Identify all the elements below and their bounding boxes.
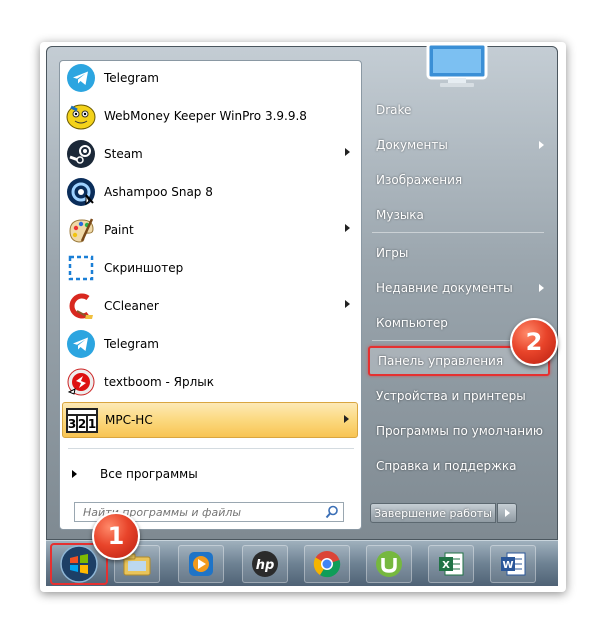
taskbar-word[interactable]: W	[490, 545, 536, 583]
shutdown-options-button[interactable]	[497, 503, 517, 523]
excel-icon: X	[439, 552, 464, 576]
program-item[interactable]: Telegram	[62, 60, 358, 96]
program-item-label: Paint	[104, 223, 134, 237]
program-item[interactable]: Скриншотер	[62, 250, 358, 286]
triangle-right-icon	[72, 470, 77, 478]
program-item-label: WebMoney Keeper WinPro 3.9.9.8	[104, 109, 307, 123]
start-menu-link-label: Drake	[376, 103, 412, 117]
svg-text:3: 3	[68, 417, 76, 431]
shutdown-label: Завершение работы	[374, 506, 492, 520]
screenshoter-icon	[64, 251, 98, 285]
start-menu-link-label: Компьютер	[376, 316, 448, 330]
start-menu-link-label: Музыка	[376, 208, 424, 222]
start-menu-link-label: Документы	[376, 138, 448, 152]
telegram-icon	[64, 327, 98, 361]
media-player-icon	[189, 552, 213, 576]
ccleaner-icon	[64, 289, 98, 323]
ashampoo-snap-icon	[64, 175, 98, 209]
start-menu-link-label: Справка и поддержка	[376, 459, 517, 473]
taskbar-media-player[interactable]	[178, 545, 224, 583]
start-menu-link[interactable]: Недавние документы	[368, 273, 550, 303]
submenu-arrow-icon[interactable]	[539, 284, 544, 292]
program-item[interactable]: CCleaner	[62, 288, 358, 324]
program-item-label: MPC-HC	[105, 413, 153, 427]
submenu-arrow-icon[interactable]	[539, 141, 544, 149]
right-divider	[372, 232, 544, 233]
submenu-arrow-icon[interactable]	[345, 224, 350, 232]
all-programs-label: Все программы	[100, 467, 198, 481]
search-icon[interactable]	[325, 505, 339, 519]
all-programs-button[interactable]: Все программы	[66, 462, 346, 486]
start-menu-link-label: Недавние документы	[376, 281, 513, 295]
word-icon: W	[501, 552, 526, 576]
start-menu-link-label: Программы по умолчанию	[376, 424, 544, 438]
telegram-icon	[64, 61, 98, 95]
webmoney-icon	[64, 99, 98, 133]
program-item[interactable]: 3 2 1 MPC-HC	[62, 402, 358, 438]
mpc-hc-icon: 321	[65, 403, 99, 437]
start-menu-link[interactable]: Программы по умолчанию	[368, 416, 550, 446]
start-menu-link[interactable]: Справка и поддержка	[368, 451, 550, 481]
program-item-label: Ashampoo Snap 8	[104, 185, 213, 199]
shutdown-button[interactable]: Завершение работы	[370, 503, 496, 523]
start-menu-link[interactable]: Drake	[368, 95, 550, 125]
taskbar-utorrent[interactable]	[366, 545, 412, 583]
taskbar-chrome[interactable]	[304, 545, 350, 583]
program-item[interactable]: WebMoney Keeper WinPro 3.9.9.8	[62, 98, 358, 134]
submenu-arrow-icon[interactable]	[345, 300, 350, 308]
program-item-label: textboom - Ярлык	[104, 375, 214, 389]
taskbar-hp[interactable]: hp	[242, 545, 288, 583]
utorrent-icon	[376, 551, 402, 577]
program-item[interactable]: Paint	[62, 212, 358, 248]
chrome-icon	[313, 551, 341, 578]
hp-icon: hp	[252, 551, 278, 577]
program-item[interactable]: textboom - Ярлык	[62, 364, 358, 400]
step-badge-1: 1	[92, 512, 140, 560]
textboom-icon	[64, 365, 98, 399]
windows-orb-icon	[60, 545, 98, 583]
start-menu-link-label: Устройства и принтеры	[376, 389, 526, 403]
svg-text:1: 1	[88, 417, 96, 431]
program-item[interactable]: Telegram	[62, 326, 358, 362]
start-menu-link[interactable]: Устройства и принтеры	[368, 381, 550, 411]
program-item-label: Telegram	[104, 337, 159, 351]
svg-text:2: 2	[78, 417, 86, 431]
monitor-icon	[426, 42, 488, 87]
user-picture[interactable]	[424, 40, 490, 88]
steam-icon	[64, 137, 98, 171]
start-menu-link-label: Игры	[376, 246, 409, 260]
program-item-label: CCleaner	[104, 299, 159, 313]
start-menu-link[interactable]: Музыка	[368, 200, 550, 230]
svg-text:W: W	[502, 560, 513, 571]
start-menu-link[interactable]: Изображения	[368, 165, 550, 195]
start-menu-link-label: Панель управления	[378, 354, 504, 368]
program-item-label: Скриншотер	[104, 261, 184, 275]
program-item-label: Telegram	[104, 71, 159, 85]
start-menu-link[interactable]: Игры	[368, 238, 550, 268]
divider	[68, 448, 354, 449]
svg-text:X: X	[442, 560, 450, 571]
start-menu-link[interactable]: Документы	[368, 130, 550, 160]
submenu-arrow-icon[interactable]	[344, 415, 349, 423]
program-item[interactable]: Steam	[62, 136, 358, 172]
svg-text:hp: hp	[256, 558, 275, 573]
step-badge-2: 2	[510, 318, 558, 366]
program-item-label: Steam	[104, 147, 143, 161]
program-item[interactable]: Ashampoo Snap 8	[62, 174, 358, 210]
submenu-arrow-icon[interactable]	[345, 148, 350, 156]
taskbar-excel[interactable]: X	[428, 545, 474, 583]
start-menu-link-label: Изображения	[376, 173, 463, 187]
paint-icon	[64, 213, 98, 247]
